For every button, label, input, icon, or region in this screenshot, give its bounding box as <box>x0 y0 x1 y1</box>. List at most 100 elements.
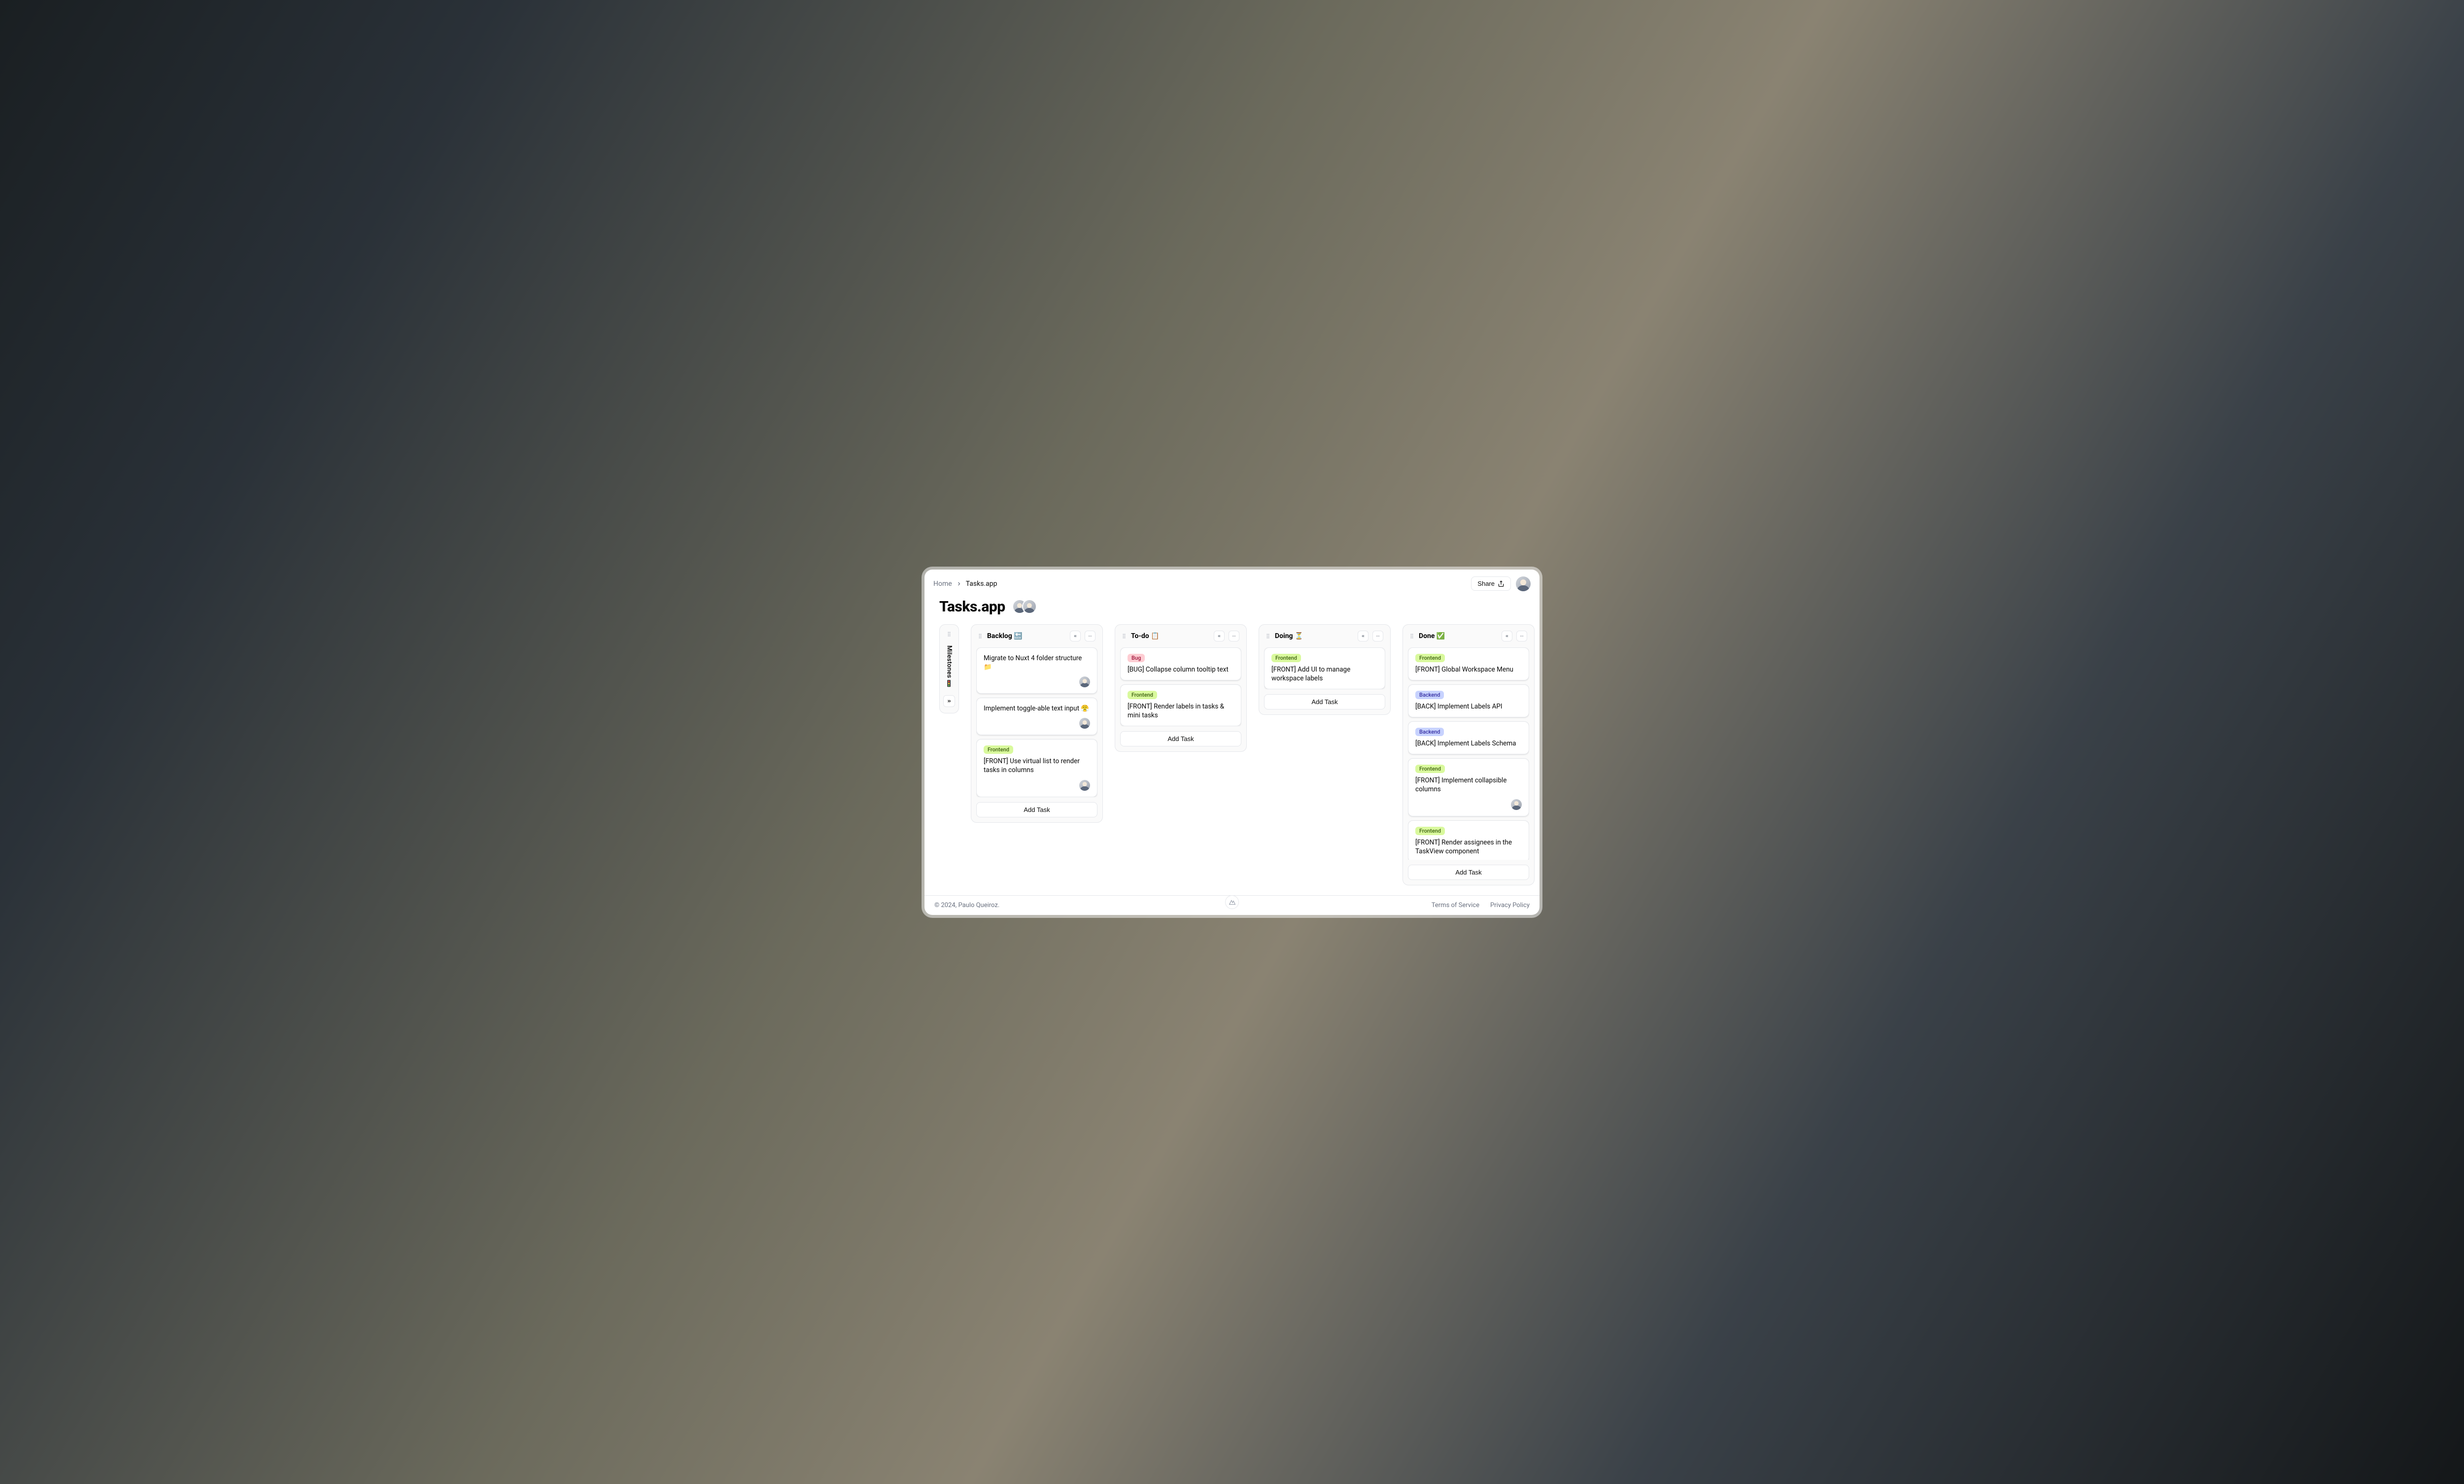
task-footer <box>984 718 1090 729</box>
column-title[interactable]: Doing ⏳ <box>1275 632 1354 640</box>
nuxt-logo-icon <box>1225 895 1239 909</box>
share-label: Share <box>1477 580 1495 587</box>
collapse-column-button[interactable] <box>1070 631 1081 641</box>
drag-handle-icon[interactable] <box>1121 633 1127 640</box>
member-avatar[interactable] <box>1022 599 1037 614</box>
add-task-button[interactable]: Add Task <box>1408 865 1529 880</box>
kanban-board: Milestones 🚦Backlog 🔙Migrate to Nuxt 4 f… <box>939 624 1525 885</box>
task-label: Frontend <box>1128 691 1157 699</box>
task-title: [BACK] Implement Labels API <box>1415 702 1522 711</box>
footer-links: Terms of Service Privacy Policy <box>1432 902 1530 909</box>
task-title: [FRONT] Use virtual list to render tasks… <box>984 757 1090 775</box>
app-frame: Home Tasks.app Share Tasks.app <box>922 567 1542 918</box>
task-card[interactable]: Backend [BACK] Implement Labels API <box>1408 684 1529 717</box>
app-footer: © 2024, Paulo Queiroz. Terms of Service … <box>924 895 1540 915</box>
page-header: Tasks.app <box>924 595 1540 624</box>
column-header: Doing ⏳ <box>1264 631 1385 642</box>
task-labels: Backend <box>1415 728 1522 736</box>
task-labels: Frontend <box>1415 654 1522 662</box>
drag-handle-icon[interactable] <box>977 633 983 640</box>
current-user-avatar[interactable] <box>1516 576 1531 591</box>
task-card[interactable]: Frontend[FRONT] Implement collapsible co… <box>1408 758 1529 816</box>
column-body: Frontend [FRONT] Add UI to manage workspa… <box>1264 647 1385 689</box>
assignee-avatar[interactable] <box>1511 799 1522 810</box>
task-title: Implement toggle-able text input 😤 <box>984 704 1090 713</box>
column-menu-button[interactable] <box>1085 631 1095 641</box>
task-title: [BACK] Implement Labels Schema <box>1415 739 1522 748</box>
column-menu-button[interactable] <box>1229 631 1239 641</box>
drag-handle-icon[interactable] <box>946 631 952 638</box>
kanban-column: To-do 📋 Bug [BUG] Collapse column tooltip … <box>1115 624 1247 752</box>
add-task-button[interactable]: Add Task <box>976 802 1097 817</box>
terms-link[interactable]: Terms of Service <box>1432 902 1479 909</box>
task-footer <box>1415 799 1522 810</box>
task-label: Backend <box>1415 691 1444 699</box>
task-title: [BUG] Collapse column tooltip text <box>1128 665 1234 674</box>
add-task-button[interactable]: Add Task <box>1120 731 1241 746</box>
member-avatars[interactable] <box>1012 599 1037 614</box>
kanban-column: Done ✅ Frontend [FRONT] Global Workspace M… <box>1403 624 1535 885</box>
column-title[interactable]: Backlog 🔙 <box>987 632 1066 640</box>
assignee-avatar[interactable] <box>1079 676 1090 687</box>
task-footer <box>984 676 1090 687</box>
task-card[interactable]: Bug [BUG] Collapse column tooltip text <box>1120 647 1241 680</box>
share-icon <box>1498 580 1505 587</box>
breadcrumb-current[interactable]: Tasks.app <box>966 580 997 588</box>
assignee-avatar[interactable] <box>1079 780 1090 791</box>
collapse-column-button[interactable] <box>1214 631 1225 641</box>
task-label: Frontend <box>984 745 1013 754</box>
task-card[interactable]: Frontend [FRONT] Render assignees in the … <box>1408 820 1529 860</box>
task-card[interactable]: Frontend [FRONT] Render labels in tasks &… <box>1120 684 1241 726</box>
collapse-column-button[interactable] <box>1358 631 1369 641</box>
app-window: Home Tasks.app Share Tasks.app <box>924 570 1540 915</box>
column-body: Frontend [FRONT] Global Workspace Menu Bac… <box>1408 647 1529 860</box>
task-label: Backend <box>1415 728 1444 736</box>
task-label: Bug <box>1128 654 1145 662</box>
add-task-button[interactable]: Add Task <box>1264 694 1385 709</box>
collapse-column-button[interactable] <box>1502 631 1512 641</box>
task-labels: Frontend <box>984 745 1090 754</box>
column-header: Backlog 🔙 <box>976 631 1097 642</box>
task-title: [FRONT] Global Workspace Menu <box>1415 665 1522 674</box>
page-title[interactable]: Tasks.app <box>939 598 1005 615</box>
expand-column-button[interactable] <box>943 695 955 707</box>
column-body: Migrate to Nuxt 4 folder structure 📁 Impl… <box>976 647 1097 797</box>
column-title[interactable]: To-do 📋 <box>1131 632 1210 640</box>
task-labels: Frontend <box>1415 765 1522 773</box>
task-card[interactable]: Migrate to Nuxt 4 folder structure 📁 <box>976 647 1097 694</box>
task-title: [FRONT] Render assignees in the TaskView… <box>1415 838 1522 856</box>
column-menu-button[interactable] <box>1372 631 1383 641</box>
privacy-link[interactable]: Privacy Policy <box>1490 902 1530 909</box>
drag-handle-icon[interactable] <box>1409 633 1415 640</box>
task-card[interactable]: Frontend [FRONT] Use virtual list to rend… <box>976 739 1097 797</box>
column-header: Done ✅ <box>1408 631 1529 642</box>
task-footer <box>984 780 1090 791</box>
task-labels: Bug <box>1128 654 1234 662</box>
task-label: Frontend <box>1415 765 1445 773</box>
task-label: Frontend <box>1271 654 1301 662</box>
share-button[interactable]: Share <box>1471 576 1511 591</box>
task-title: [FRONT] Add UI to manage workspace label… <box>1271 665 1378 683</box>
task-card[interactable]: Frontend [FRONT] Global Workspace Menu <box>1408 647 1529 680</box>
board-scroll[interactable]: Milestones 🚦Backlog 🔙Migrate to Nuxt 4 f… <box>924 624 1540 895</box>
breadcrumb-home[interactable]: Home <box>933 580 952 588</box>
drag-handle-icon[interactable] <box>1265 633 1271 640</box>
chevron-right-icon <box>956 581 962 587</box>
kanban-column: Doing ⏳ Frontend [FRONT] Add UI to manage … <box>1259 624 1391 715</box>
task-labels: Frontend <box>1415 827 1522 835</box>
column-header: To-do 📋 <box>1120 631 1241 642</box>
assignee-avatar[interactable] <box>1079 718 1090 729</box>
task-card[interactable]: Backend [BACK] Implement Labels Schema <box>1408 721 1529 754</box>
task-card[interactable]: Frontend [FRONT] Add UI to manage workspa… <box>1264 647 1385 689</box>
breadcrumb: Home Tasks.app <box>933 580 997 588</box>
task-label: Frontend <box>1415 827 1445 835</box>
task-labels: Frontend <box>1271 654 1378 662</box>
column-menu-button[interactable] <box>1516 631 1527 641</box>
task-labels: Backend <box>1415 691 1522 699</box>
column-title[interactable]: Done ✅ <box>1419 632 1498 640</box>
task-card[interactable]: Implement toggle-able text input 😤 <box>976 698 1097 735</box>
column-body: Bug [BUG] Collapse column tooltip text Fro… <box>1120 647 1241 727</box>
footer-copyright: © 2024, Paulo Queiroz. <box>934 902 999 909</box>
task-title: [FRONT] Render labels in tasks & mini ta… <box>1128 702 1234 720</box>
topbar: Home Tasks.app Share <box>924 570 1540 595</box>
